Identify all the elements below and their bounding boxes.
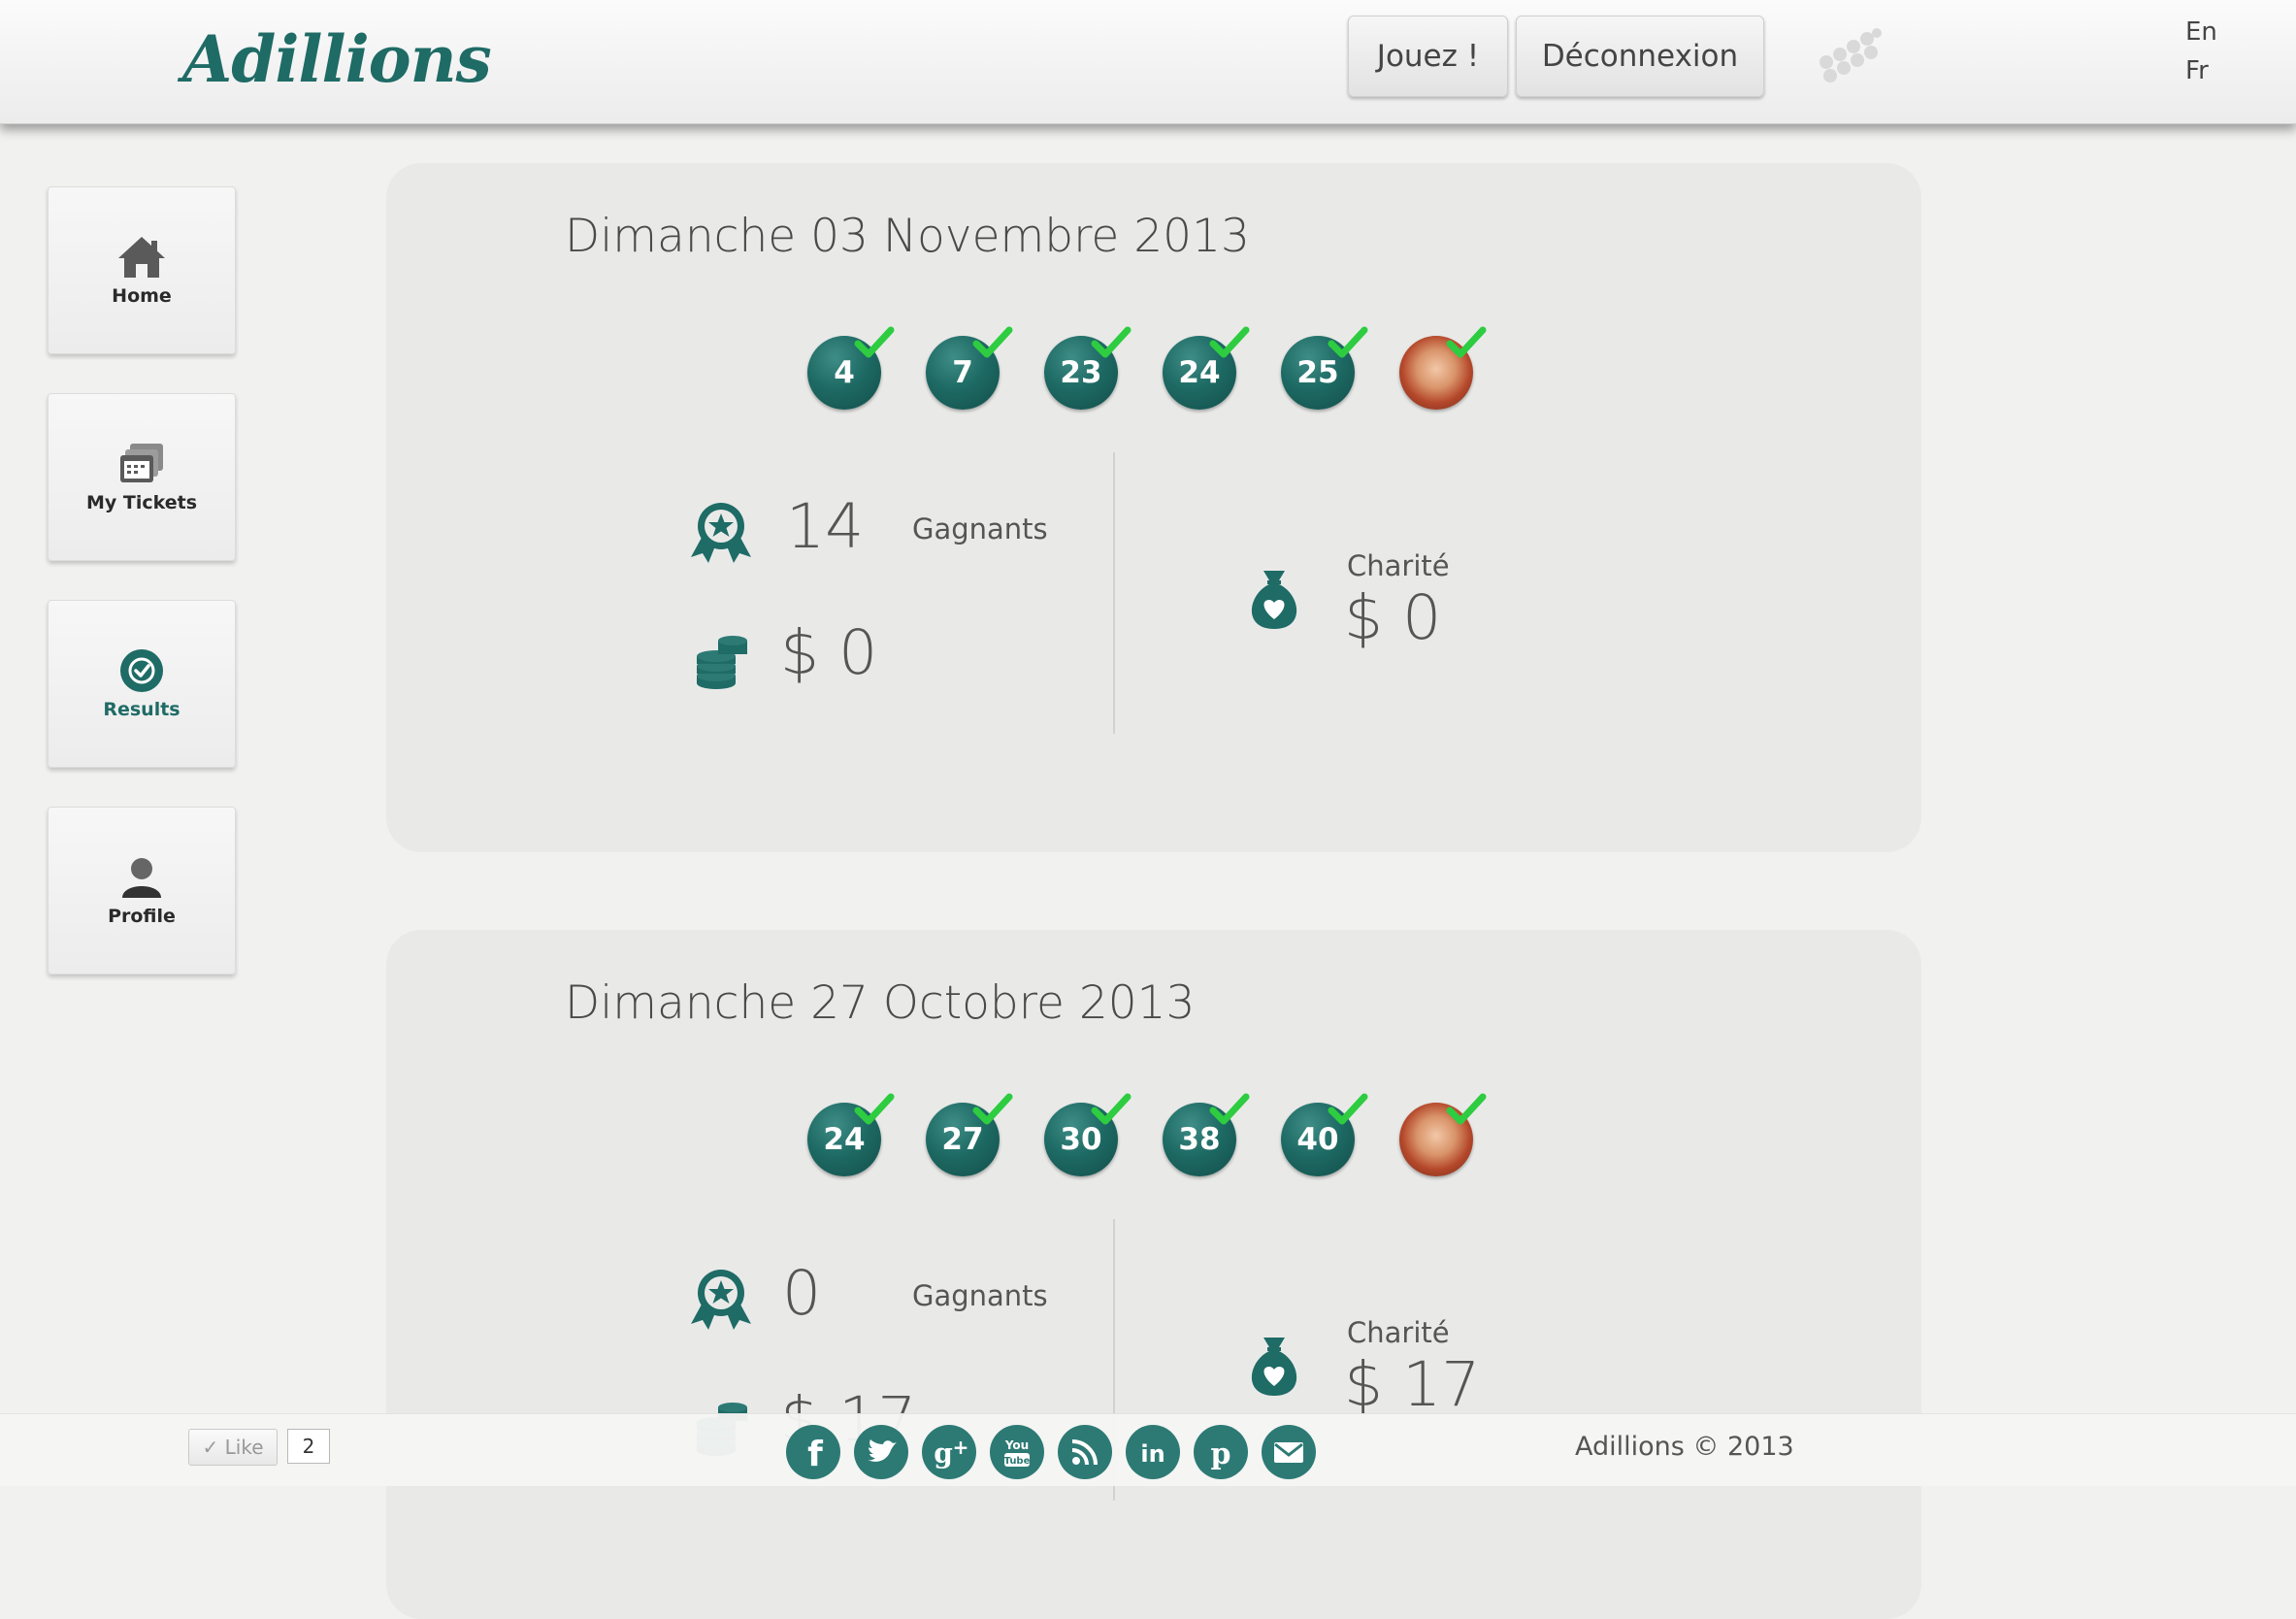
draw-result-card: Dimanche 27 Octobre 2013 24 27 30 38 40 … [386, 930, 1921, 1619]
tickets-icon [120, 443, 163, 482]
email-icon[interactable] [1262, 1425, 1316, 1479]
linkedin-icon[interactable]: in [1126, 1425, 1180, 1479]
charity-label: Charité [1347, 1316, 1450, 1349]
svg-text:in: in [1140, 1440, 1164, 1468]
charity-bag-icon [1251, 571, 1297, 629]
play-button[interactable]: Jouez ! [1348, 16, 1508, 97]
check-icon [972, 326, 1013, 358]
number-ball: 24 [807, 1093, 895, 1176]
check-icon [1328, 1093, 1368, 1125]
dots-pattern-icon [1820, 28, 1882, 83]
award-ribbon-icon [691, 1270, 751, 1330]
logo[interactable]: Adillions [182, 21, 492, 97]
draw-result-card: Dimanche 03 Novembre 2013 4 7 23 24 25 1… [386, 163, 1921, 852]
winners-count: 14 [786, 491, 865, 562]
coins-stack-icon [697, 636, 747, 689]
facebook-like-button[interactable]: ✓ Like [188, 1429, 278, 1466]
svg-text:f: f [807, 1435, 823, 1474]
charity-label: Charité [1347, 549, 1450, 582]
check-icon [1209, 326, 1250, 358]
sidebar-item-label: My Tickets [85, 491, 198, 513]
sidebar-item-label: Profile [108, 905, 176, 927]
sidebar-item-label: Results [103, 698, 180, 720]
profile-icon [122, 857, 161, 898]
youtube-icon[interactable]: You Tube [990, 1425, 1044, 1479]
check-icon [854, 326, 895, 358]
sidebar-item-home[interactable]: Home [48, 186, 236, 354]
twitter-icon[interactable] [854, 1425, 908, 1479]
charity-amount: $ 0 [1344, 582, 1442, 653]
like-check-icon: ✓ [202, 1436, 225, 1459]
number-ball: 27 [926, 1093, 1013, 1176]
facebook-icon[interactable]: f [786, 1425, 840, 1479]
results-check-icon [120, 648, 163, 692]
prize-amount: $ 0 [780, 617, 878, 688]
charity-avatar [1399, 1093, 1487, 1176]
charity-avatar [1399, 326, 1487, 410]
charity-amount: $ 17 [1344, 1349, 1481, 1420]
sidebar-item-my-tickets[interactable]: My Tickets [48, 393, 236, 561]
number-ball: 30 [1044, 1093, 1132, 1176]
award-ribbon-icon [691, 503, 751, 563]
draw-date: Dimanche 03 Novembre 2013 [565, 210, 1250, 263]
sidebar-item-profile[interactable]: Profile [48, 807, 236, 975]
number-ball: 7 [926, 326, 1013, 410]
language-en-link[interactable]: En [2185, 17, 2217, 47]
pinterest-icon[interactable]: p [1194, 1425, 1248, 1479]
winning-numbers: 24 27 30 38 40 [807, 1093, 1487, 1180]
top-header: Adillions Jouez ! Déconnexion En Fr [0, 0, 2296, 124]
winning-numbers: 4 7 23 24 25 [807, 326, 1487, 413]
like-count: 2 [287, 1429, 330, 1464]
google-plus-icon[interactable]: g + [922, 1425, 976, 1479]
check-icon [1091, 326, 1132, 358]
winners-label: Gagnants [912, 512, 1048, 545]
sidebar-item-results[interactable]: Results [48, 600, 236, 768]
check-icon [1446, 1093, 1487, 1125]
svg-text:g: g [934, 1437, 953, 1470]
number-ball: 38 [1163, 1093, 1250, 1176]
number-ball: 23 [1044, 326, 1132, 410]
svg-text:You: You [1004, 1438, 1029, 1452]
winners-label: Gagnants [912, 1279, 1048, 1312]
draw-date: Dimanche 27 Octobre 2013 [565, 976, 1196, 1030]
sidebar-item-label: Home [112, 284, 172, 307]
check-icon [1209, 1093, 1250, 1125]
home-icon [118, 236, 165, 278]
charity-bag-icon [1251, 1338, 1297, 1396]
check-icon [854, 1093, 895, 1125]
check-icon [1328, 326, 1368, 358]
divider [1113, 452, 1115, 734]
rss-icon[interactable] [1058, 1425, 1112, 1479]
check-icon [1446, 326, 1487, 358]
number-ball: 24 [1163, 326, 1250, 410]
svg-text:+: + [953, 1436, 969, 1459]
svg-text:Tube: Tube [1004, 1456, 1031, 1467]
number-ball: 40 [1281, 1093, 1368, 1176]
check-icon [972, 1093, 1013, 1125]
language-fr-link[interactable]: Fr [2185, 56, 2209, 85]
footer: ✓ Like 2 f g + You Tube in p Adillions © 2… [0, 1413, 2296, 1486]
check-icon [1091, 1093, 1132, 1125]
svg-text:p: p [1211, 1437, 1231, 1471]
number-ball: 4 [807, 326, 895, 410]
number-ball: 25 [1281, 326, 1368, 410]
logout-button[interactable]: Déconnexion [1516, 16, 1764, 97]
winners-count: 0 [782, 1258, 822, 1329]
copyright-text: Adillions © 2013 [1575, 1432, 1794, 1462]
